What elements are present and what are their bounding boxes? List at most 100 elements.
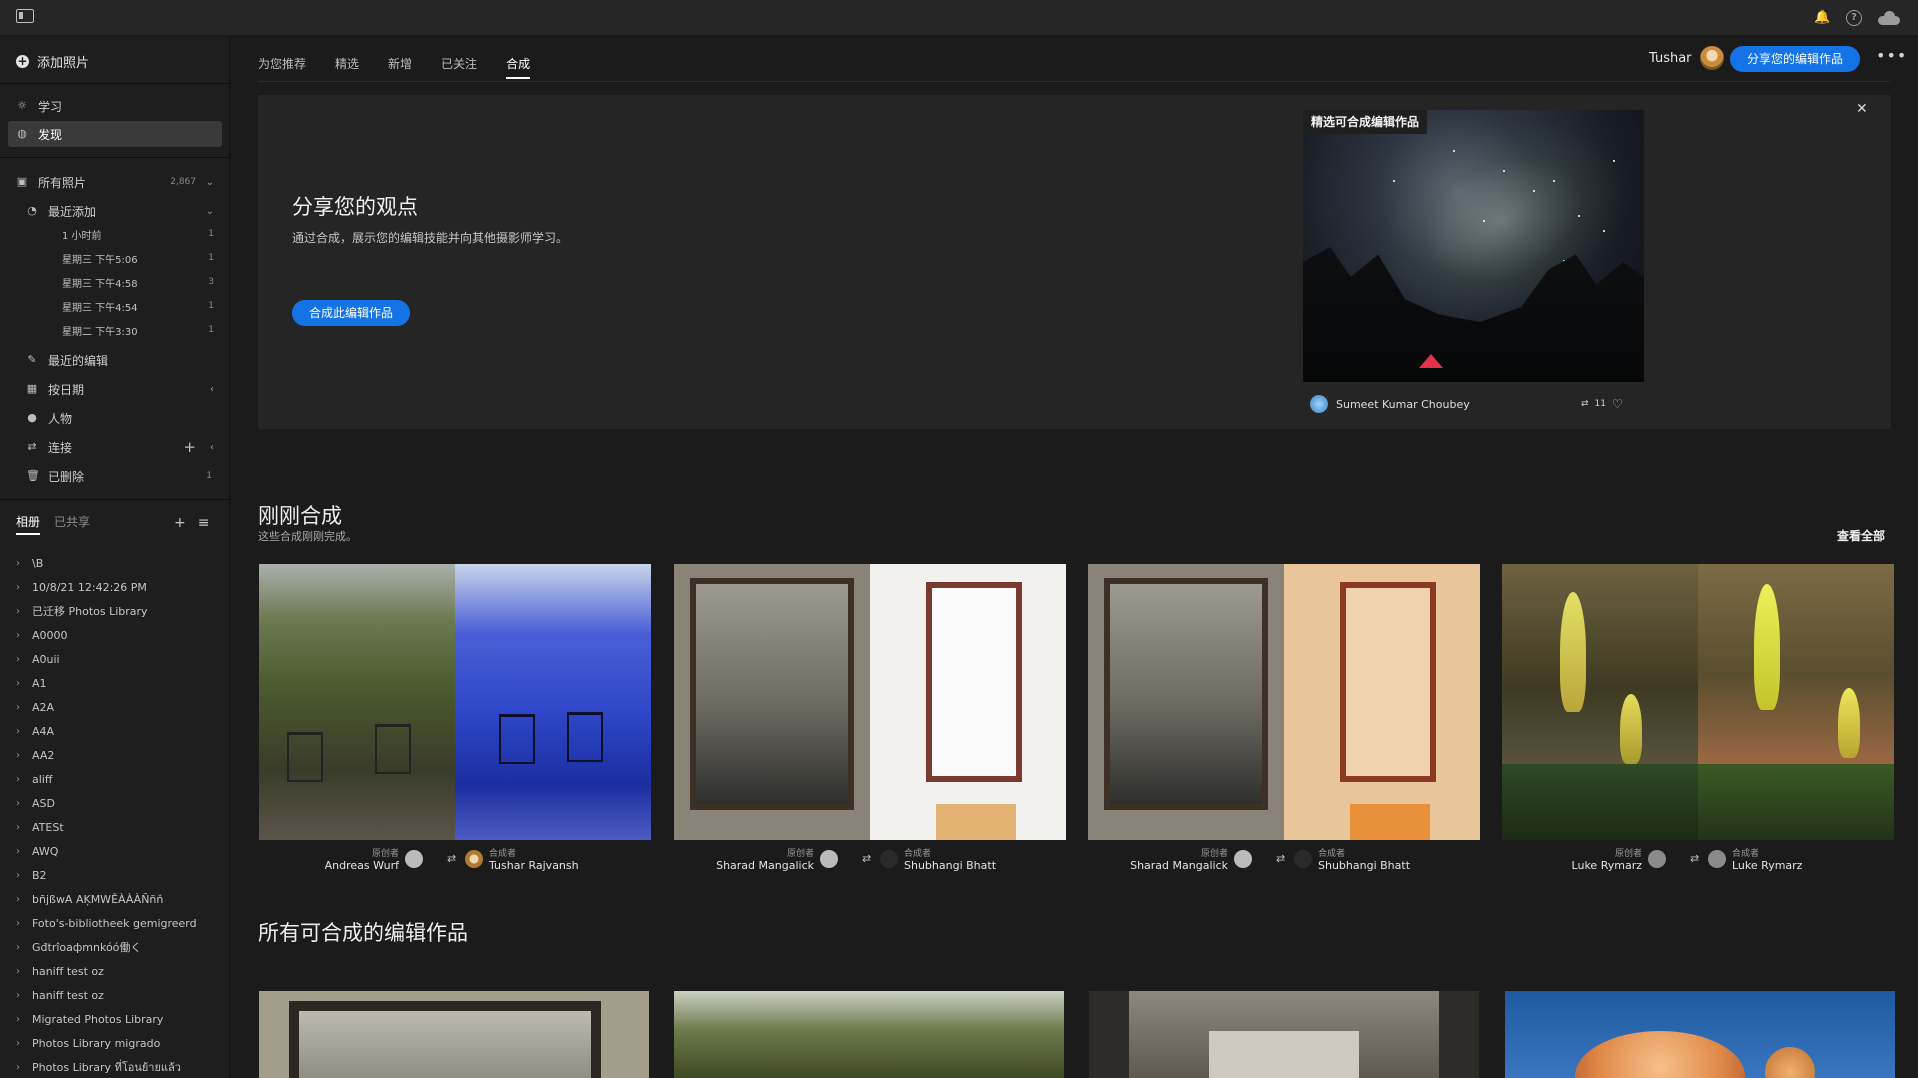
tab-featured[interactable]: 精选 (335, 55, 359, 79)
album-item[interactable]: › aliff (16, 769, 226, 789)
album-item[interactable]: › AA2 (16, 745, 226, 765)
tab-following[interactable]: 已关注 (441, 55, 477, 79)
sidebar-item-recent-edits[interactable]: ✎ 最近的编辑 (18, 347, 222, 373)
remix-card[interactable] (1502, 564, 1894, 840)
chevron-right-icon[interactable]: › (16, 966, 24, 977)
remixable-card[interactable] (674, 991, 1064, 1078)
help-icon[interactable]: ? (1846, 10, 1862, 26)
sidebar-item-connect[interactable]: ⇄ 连接 + ‹ (18, 434, 222, 460)
album-item[interactable]: › bñjßwA AĶMWĒÀÀÀÑñň (16, 889, 226, 909)
tab-albums[interactable]: 相册 (16, 513, 41, 535)
album-item[interactable]: › Photos Library migrado (16, 1033, 226, 1053)
user-profile[interactable]: Tushar (1649, 46, 1724, 70)
chevron-right-icon[interactable]: › (16, 750, 24, 761)
cloud-icon[interactable] (1878, 10, 1900, 26)
album-item[interactable]: › A1 (16, 673, 226, 693)
remix-card[interactable] (1088, 564, 1480, 840)
chevron-right-icon[interactable]: › (16, 1062, 24, 1073)
remixable-card[interactable] (259, 991, 649, 1078)
add-album-icon[interactable]: + (174, 515, 186, 531)
chevron-left-icon[interactable]: ‹ (210, 384, 214, 395)
remixer-author[interactable]: 合成者 Shubhangi Bhatt (874, 846, 996, 872)
chevron-right-icon[interactable]: › (16, 894, 24, 905)
chevron-right-icon[interactable]: › (16, 798, 24, 809)
chevron-right-icon[interactable]: › (16, 582, 24, 593)
plus-icon[interactable]: + (183, 438, 196, 456)
recent-sub-item[interactable]: 星期三 下午4:58 3 (62, 271, 214, 293)
album-item[interactable]: › Photos Library ที่โอนย้ายแล้ว (16, 1057, 226, 1077)
tab-shared[interactable]: 已共享 (54, 513, 90, 535)
sidebar-item-recently-added[interactable]: ◔ 最近添加 ⌄ (18, 198, 222, 224)
album-item[interactable]: › A0000 (16, 625, 226, 645)
chevron-right-icon[interactable]: › (16, 630, 24, 641)
chevron-right-icon[interactable]: › (16, 990, 24, 1001)
sidebar-item-learn[interactable]: ☼ 学习 (8, 93, 222, 119)
original-author[interactable]: 原创者 Luke Rymarz (1572, 846, 1672, 872)
sidebar-item-people[interactable]: ● 人物 (18, 405, 222, 431)
album-item[interactable]: › haniff test oz (16, 961, 226, 981)
album-item[interactable]: › ATESt (16, 817, 226, 837)
chevron-right-icon[interactable]: › (16, 1038, 24, 1049)
chevron-right-icon[interactable]: › (16, 606, 24, 617)
chevron-right-icon[interactable]: › (16, 774, 24, 785)
sidebar-toggle-icon[interactable] (16, 9, 34, 23)
original-author[interactable]: 原创者 Andreas Wurf (325, 846, 429, 872)
sort-icon[interactable]: ≡ (198, 515, 210, 531)
close-icon[interactable]: ✕ (1856, 101, 1868, 117)
album-item[interactable]: › ASD (16, 793, 226, 813)
remixable-card[interactable] (1505, 991, 1895, 1078)
chevron-right-icon[interactable]: › (16, 846, 24, 857)
recent-sub-item[interactable]: 星期三 下午5:06 1 (62, 247, 214, 269)
chevron-right-icon[interactable]: › (16, 702, 24, 713)
chevron-right-icon[interactable]: › (16, 654, 24, 665)
album-item[interactable]: › A2A (16, 697, 226, 717)
chevron-right-icon[interactable]: › (16, 822, 24, 833)
recent-sub-item[interactable]: 星期三 下午4:54 1 (62, 295, 214, 317)
album-item[interactable]: › 10/8/21 12:42:26 PM (16, 577, 226, 597)
share-edit-button[interactable]: 分享您的编辑作品 (1730, 46, 1860, 72)
bell-icon[interactable]: 🔔 (1814, 10, 1830, 26)
album-item[interactable]: › A0uii (16, 649, 226, 669)
album-item[interactable]: › AWQ (16, 841, 226, 861)
sidebar-item-deleted[interactable]: 🗑 已删除 1 (18, 463, 222, 489)
chevron-down-icon[interactable]: ⌄ (206, 177, 214, 188)
chevron-right-icon[interactable]: › (16, 942, 24, 953)
remixer-author[interactable]: 合成者 Tushar Rajvansh (459, 846, 579, 872)
chevron-right-icon[interactable]: › (16, 678, 24, 689)
chevron-right-icon[interactable]: › (16, 726, 24, 737)
more-options-icon[interactable]: ••• (1876, 46, 1907, 65)
tab-for-you[interactable]: 为您推荐 (258, 55, 306, 79)
add-photos-button[interactable]: + 添加照片 (16, 51, 89, 71)
remix-card[interactable] (259, 564, 651, 840)
original-author[interactable]: 原创者 Sharad Mangalick (1130, 846, 1258, 872)
remix-this-button[interactable]: 合成此编辑作品 (292, 300, 410, 326)
album-item[interactable]: › haniff test oz (16, 985, 226, 1005)
remixer-author[interactable]: 合成者 Shubhangi Bhatt (1288, 846, 1410, 872)
chevron-right-icon[interactable]: › (16, 870, 24, 881)
see-all-link[interactable]: 查看全部 (1837, 527, 1885, 544)
avatar[interactable] (1699, 46, 1724, 70)
original-author[interactable]: 原创者 Sharad Mangalick (716, 846, 844, 872)
featured-author[interactable]: Sumeet Kumar Choubey (1310, 395, 1470, 413)
chevron-right-icon[interactable]: › (16, 558, 24, 569)
album-item[interactable]: › B2 (16, 865, 226, 885)
tab-new[interactable]: 新增 (388, 55, 412, 79)
remixer-author[interactable]: 合成者 Luke Rymarz (1702, 846, 1802, 872)
album-item[interactable]: › Gđtrîoaфmnkóó働く (16, 937, 226, 957)
sidebar-item-discover[interactable]: ◍ 发现 (8, 121, 222, 147)
chevron-left-icon[interactable]: ‹ (210, 442, 214, 453)
chevron-right-icon[interactable]: › (16, 1014, 24, 1025)
album-item[interactable]: › Foto's-bibliotheek gemigreerd (16, 913, 226, 933)
album-item[interactable]: › 已迁移 Photos Library (16, 601, 226, 621)
chevron-down-icon[interactable]: ⌄ (206, 206, 214, 217)
featured-image[interactable] (1303, 110, 1644, 382)
album-item[interactable]: › \B (16, 553, 226, 573)
sidebar-item-all-photos[interactable]: ▣ 所有照片 2,867 ⌄ (8, 169, 222, 195)
heart-icon[interactable]: ♡ (1612, 397, 1623, 411)
recent-sub-item[interactable]: 星期二 下午3:30 1 (62, 319, 214, 341)
recent-sub-item[interactable]: 1 小时前 1 (62, 223, 214, 245)
remixable-card[interactable] (1089, 991, 1479, 1078)
album-item[interactable]: › Migrated Photos Library (16, 1009, 226, 1029)
chevron-right-icon[interactable]: › (16, 918, 24, 929)
sidebar-item-by-date[interactable]: ▦ 按日期 ‹ (18, 376, 222, 402)
